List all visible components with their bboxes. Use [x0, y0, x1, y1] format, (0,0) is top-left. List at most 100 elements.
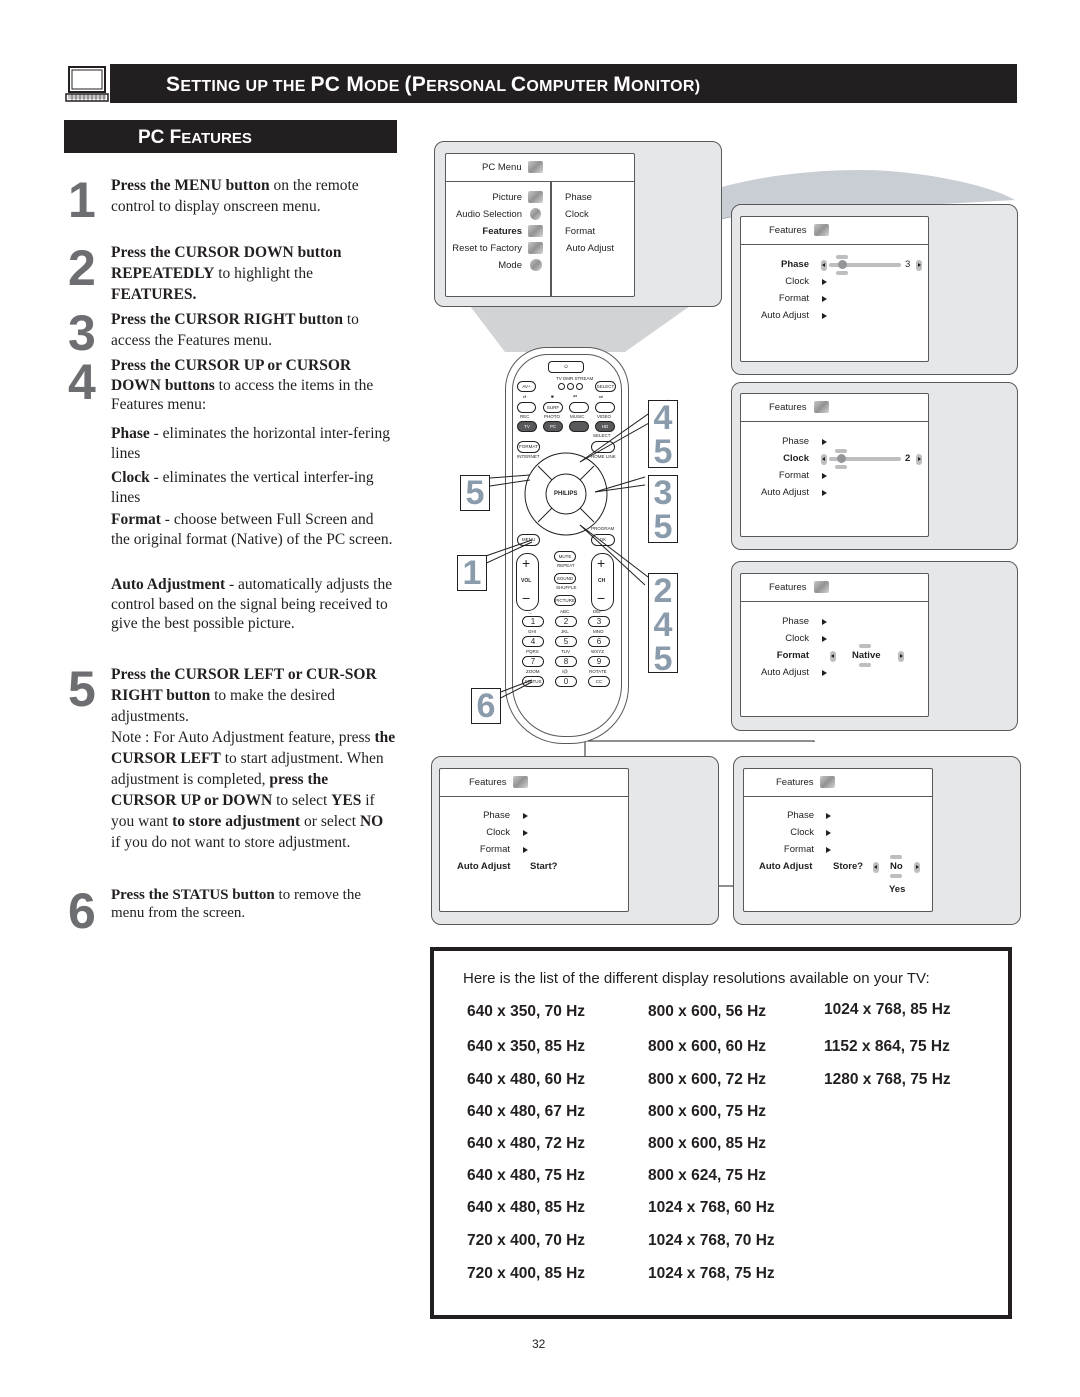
chevron-right-icon	[826, 813, 831, 819]
features-item-format[interactable]: Format	[440, 844, 510, 855]
store-option-yes[interactable]: Yes	[889, 884, 905, 895]
remote-projection-cone	[470, 306, 690, 352]
resolution-item: 640 x 480, 72 Hz	[467, 1135, 586, 1152]
features-item-clock[interactable]: Clock	[741, 276, 809, 287]
picture-icon	[528, 191, 543, 203]
features-icon	[513, 776, 528, 788]
arrow-down-icon	[836, 271, 848, 275]
arrow-down-icon	[890, 874, 902, 878]
resolution-item: 800 x 600, 75 Hz	[648, 1103, 767, 1120]
arrow-left-icon[interactable]	[821, 454, 827, 465]
resolution-item: 720 x 400, 70 Hz	[467, 1232, 586, 1249]
phase-slider-knob[interactable]	[838, 260, 847, 269]
arrow-right-icon[interactable]	[916, 454, 922, 465]
features-title: Features	[769, 225, 807, 236]
features-icon	[528, 225, 543, 237]
arrow-up-icon	[859, 644, 871, 648]
resolution-item: 800 x 624, 75 Hz	[648, 1167, 767, 1184]
chevron-right-icon	[822, 439, 827, 445]
clock-value: 2	[905, 453, 911, 464]
resolution-item: 800 x 600, 60 Hz	[648, 1038, 767, 1055]
resolution-item: 640 x 480, 67 Hz	[467, 1103, 586, 1120]
pc-menu-item-mode[interactable]: Mode	[446, 260, 522, 271]
pc-menu-item-features[interactable]: Features	[446, 226, 522, 237]
features-item-phase[interactable]: Phase	[741, 259, 809, 270]
pc-menu-icon	[528, 161, 543, 173]
chevron-right-icon	[822, 619, 827, 625]
features-item-auto-adjust[interactable]: Auto Adjust	[741, 487, 809, 498]
arrow-left-icon[interactable]	[821, 260, 827, 271]
features-icon	[814, 401, 829, 413]
features-item-auto-adjust[interactable]: Auto Adjust	[457, 861, 510, 872]
resolution-item: 640 x 480, 75 Hz	[467, 1167, 586, 1184]
features-item-format[interactable]: Format	[744, 844, 814, 855]
pc-submenu-item-phase[interactable]: Phase	[565, 192, 592, 203]
resolution-item: 640 x 350, 85 Hz	[467, 1038, 586, 1055]
features-item-format[interactable]: Format	[741, 470, 809, 481]
resolution-item: 800 x 600, 85 Hz	[648, 1135, 767, 1152]
pc-submenu-item-format[interactable]: Format	[565, 226, 595, 237]
chevron-right-icon	[822, 636, 827, 642]
callout-number: 2	[653, 572, 673, 610]
features-item-clock[interactable]: Clock	[440, 827, 510, 838]
features-item-clock[interactable]: Clock	[741, 633, 809, 644]
features-item-format[interactable]: Format	[741, 293, 809, 304]
callout-left-button: 5	[460, 475, 490, 511]
resolutions-intro: Here is the list of the different displa…	[463, 970, 930, 987]
features-item-format[interactable]: Format	[741, 650, 809, 661]
features-title: Features	[469, 777, 507, 788]
callout-menu-button: 1	[457, 555, 487, 591]
callout-number: 1	[462, 554, 482, 592]
callout-number: 4	[653, 606, 673, 644]
chevron-right-icon	[822, 490, 827, 496]
chevron-right-icon	[523, 813, 528, 819]
arrow-right-icon[interactable]	[898, 651, 904, 662]
features-item-phase[interactable]: Phase	[440, 810, 510, 821]
mode-icon	[530, 259, 542, 271]
features-item-clock[interactable]: Clock	[744, 827, 814, 838]
pc-menu-item-audio-selection[interactable]: Audio Selection	[446, 209, 522, 220]
features-phase-osd: Features Phase 3 Clock Format Auto Adjus…	[740, 216, 929, 362]
features-autoadjust-store-osd: Features Phase Clock Format Auto Adjust …	[743, 768, 933, 912]
clock-slider-knob[interactable]	[837, 454, 846, 463]
arrow-left-icon[interactable]	[873, 862, 879, 873]
pc-submenu-item-auto-adjust[interactable]: Auto Adjust	[566, 243, 614, 254]
arrow-left-icon[interactable]	[830, 651, 836, 662]
store-option-no[interactable]: No	[890, 861, 903, 872]
callout-number: 5	[653, 508, 673, 546]
callout-number: 5	[653, 640, 673, 678]
features-item-auto-adjust[interactable]: Auto Adjust	[759, 861, 812, 872]
pc-menu-item-picture[interactable]: Picture	[446, 192, 522, 203]
resolution-item: 1024 x 768, 60 Hz	[648, 1199, 775, 1216]
pc-menu-item-reset-to-factory[interactable]: Reset to Factory	[446, 243, 522, 254]
arrow-right-icon[interactable]	[916, 260, 922, 271]
resolution-item: 640 x 350, 70 Hz	[467, 1003, 586, 1020]
features-autoadjust-start-osd: Features Phase Clock Format Auto Adjust …	[439, 768, 629, 912]
audio-icon	[530, 208, 541, 220]
pc-menu-title: PC Menu	[482, 162, 522, 173]
features-format-osd: Features Phase Clock Format Native Auto …	[740, 573, 929, 717]
pc-submenu-item-clock[interactable]: Clock	[565, 209, 589, 220]
resolution-item: 1024 x 768, 70 Hz	[648, 1232, 775, 1249]
features-icon	[814, 224, 829, 236]
chevron-right-icon	[822, 279, 827, 285]
arrow-down-icon	[835, 465, 847, 469]
chevron-right-icon	[523, 830, 528, 836]
features-item-phase[interactable]: Phase	[744, 810, 814, 821]
arrow-up-icon	[835, 449, 847, 453]
arrow-right-icon[interactable]	[914, 862, 920, 873]
arrow-up-icon	[890, 855, 902, 859]
callout-number: 3	[653, 474, 673, 512]
power-button[interactable]: ⏻	[548, 361, 584, 373]
chevron-right-icon	[523, 847, 528, 853]
features-icon	[814, 581, 829, 593]
features-item-auto-adjust[interactable]: Auto Adjust	[741, 310, 809, 321]
features-item-clock[interactable]: Clock	[741, 453, 809, 464]
features-item-auto-adjust[interactable]: Auto Adjust	[741, 667, 809, 678]
resolution-item: 1024 x 768, 85 Hz	[824, 1001, 951, 1018]
callout-right-button: 3 5	[648, 474, 678, 546]
resolution-item: 640 x 480, 60 Hz	[467, 1071, 586, 1088]
features-item-phase[interactable]: Phase	[741, 436, 809, 447]
callout-down-button: 2 4 5	[648, 572, 678, 678]
features-item-phase[interactable]: Phase	[741, 616, 809, 627]
